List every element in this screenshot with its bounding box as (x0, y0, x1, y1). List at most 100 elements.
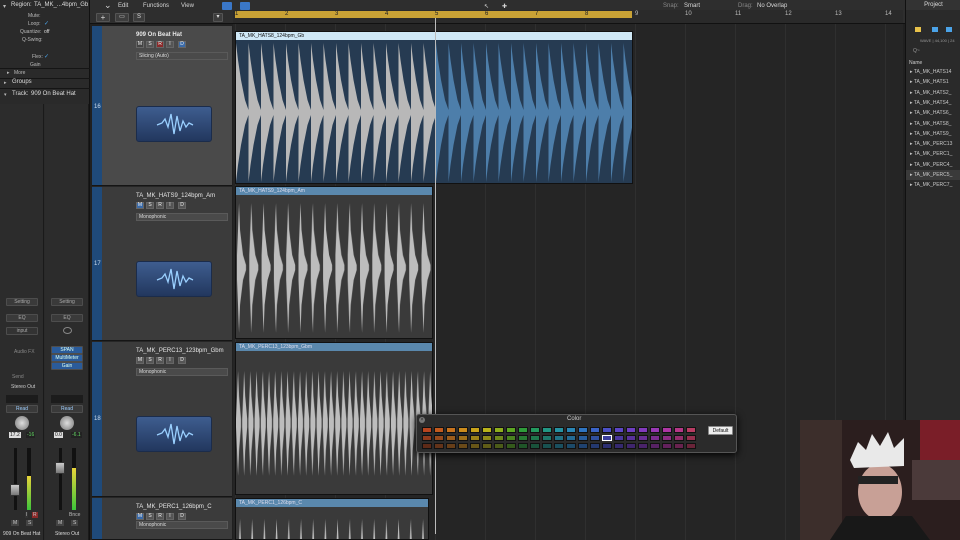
color-swatch[interactable] (626, 427, 636, 433)
close-icon[interactable]: × (419, 417, 425, 423)
color-swatch[interactable] (554, 427, 564, 433)
collapse-icon[interactable]: ▾ (213, 13, 223, 22)
flex-mode-dropdown[interactable]: Monophonic (136, 368, 228, 376)
track-name[interactable]: TA_MK_PERC13_123bpm_Gbm (136, 348, 224, 354)
color-swatch[interactable] (554, 435, 564, 441)
solo-button[interactable]: S (146, 202, 154, 209)
cycle-region[interactable] (235, 11, 632, 18)
project-file-item[interactable]: ▸ TA_MK_HATS9_ (906, 129, 960, 139)
color-swatch[interactable] (494, 427, 504, 433)
color-swatch[interactable] (422, 443, 432, 449)
add-track-button[interactable]: + (96, 13, 110, 22)
color-swatch[interactable] (662, 427, 672, 433)
color-swatch[interactable] (686, 435, 696, 441)
color-swatch[interactable] (542, 435, 552, 441)
color-swatch[interactable] (578, 435, 588, 441)
color-swatch[interactable] (686, 443, 696, 449)
color-swatch[interactable] (614, 443, 624, 449)
color-swatch[interactable] (458, 443, 468, 449)
color-swatch[interactable] (650, 443, 660, 449)
project-file-item[interactable]: ▸ TA_MK_PERC1_ (906, 149, 960, 159)
record-button[interactable]: R (156, 513, 164, 520)
flex-checkbox[interactable]: ✓ (44, 53, 49, 60)
snap-dropdown[interactable]: Smart (684, 3, 700, 9)
group-slot[interactable] (51, 395, 83, 403)
track-name[interactable]: 909 On Beat Hat (31, 91, 76, 97)
audio-region[interactable]: TA_MK_PERC13_123bpm_Gbm (235, 342, 433, 495)
record-button[interactable]: R (156, 41, 164, 48)
color-swatch[interactable] (506, 443, 516, 449)
link-icon[interactable] (63, 327, 72, 334)
disclosure-arrow-icon[interactable]: ▾ (3, 3, 6, 10)
color-swatch[interactable] (578, 443, 588, 449)
color-swatch[interactable] (662, 435, 672, 441)
plugin-slot-gain[interactable]: Gain (51, 362, 83, 370)
color-swatch[interactable] (590, 427, 600, 433)
project-tab[interactable]: Project (906, 0, 960, 10)
default-color-button[interactable]: Default (708, 426, 733, 435)
automation-read-button[interactable]: Read (51, 405, 83, 413)
project-file-item[interactable]: ▸ TA_MK_HATS14 (906, 67, 960, 77)
pan-knob[interactable] (60, 416, 74, 430)
color-swatch[interactable] (602, 435, 612, 441)
duplicate-track-icon[interactable]: ▭ (115, 13, 129, 22)
send-label[interactable]: Send (12, 374, 24, 380)
solo-toggle-button[interactable]: S (133, 13, 145, 22)
color-swatch[interactable] (446, 435, 456, 441)
functions-menu[interactable]: Functions (143, 3, 169, 9)
color-swatch[interactable] (542, 427, 552, 433)
color-swatch[interactable] (518, 443, 528, 449)
project-file-item[interactable]: ▸ TA_MK_HATS1 (906, 77, 960, 87)
drag-dropdown[interactable]: No Overlap (757, 3, 787, 9)
color-swatch[interactable] (530, 427, 540, 433)
color-swatch[interactable] (638, 443, 648, 449)
folder-icon[interactable] (915, 27, 921, 32)
color-swatch[interactable] (482, 443, 492, 449)
mute-button[interactable]: M (136, 357, 144, 364)
color-swatch[interactable] (638, 435, 648, 441)
folder-icon[interactable] (946, 27, 952, 32)
catch-playhead-icon[interactable] (222, 2, 232, 10)
audio-region-selected[interactable]: TA_MK_HATS8_124bpm_Gb (235, 31, 633, 184)
quickswipe-button[interactable]: D (178, 357, 186, 364)
region-name[interactable]: TA_MK_...4bpm_Gb (34, 2, 88, 8)
audio-region[interactable]: TA_MK_HATS9_124bpm_Am (235, 186, 433, 339)
input-button[interactable]: I (166, 513, 174, 520)
color-swatch[interactable] (566, 427, 576, 433)
mute-button[interactable]: M (56, 520, 65, 526)
color-swatch[interactable] (506, 435, 516, 441)
mute-button[interactable]: M (136, 513, 144, 520)
track-name[interactable]: TA_MK_HATS9_124bpm_Am (136, 193, 215, 199)
quickswipe-button[interactable]: D (178, 513, 186, 520)
color-swatch[interactable] (530, 435, 540, 441)
color-swatch[interactable] (674, 435, 684, 441)
track-header[interactable]: 16 909 On Beat Hat M S R I D Slicing (Au… (92, 26, 232, 186)
project-file-item[interactable]: ▸ TA_MK_HATS6_ (906, 108, 960, 118)
solo-button[interactable]: S (146, 513, 154, 520)
solo-button[interactable]: S (71, 520, 79, 526)
color-swatch[interactable] (542, 443, 552, 449)
plugin-slot-multimeter[interactable]: MultiMeter (51, 354, 83, 362)
folder-icon[interactable] (932, 27, 938, 32)
track-header[interactable]: 17 TA_MK_HATS9_124bpm_Am M S R I D Monop… (92, 187, 232, 341)
group-slot[interactable] (6, 395, 38, 403)
color-swatch[interactable] (482, 427, 492, 433)
quantize-value[interactable]: off (44, 29, 49, 35)
color-swatch[interactable] (674, 443, 684, 449)
automation-read-button[interactable]: Read (6, 405, 38, 413)
quickswipe-button[interactable]: D (178, 202, 186, 209)
quickswipe-button[interactable]: D (178, 41, 186, 48)
solo-button[interactable]: S (146, 41, 154, 48)
bar-ruler[interactable]: 1 2 3 4 5 6 7 8 9 10 11 12 13 14 (233, 10, 903, 24)
color-swatch[interactable] (602, 427, 612, 433)
search-input[interactable]: Q~ (913, 48, 920, 54)
setting-button[interactable]: Setting (51, 298, 83, 306)
color-swatch[interactable] (650, 435, 660, 441)
track-name[interactable]: 909 On Beat Hat (136, 32, 182, 38)
plugin-slot-span[interactable]: SPAN (51, 346, 83, 354)
pencil-tool-icon[interactable]: ✚ (502, 3, 507, 10)
solo-button[interactable]: S (146, 357, 154, 364)
pan-knob[interactable] (15, 416, 29, 430)
flex-mode-dropdown[interactable]: Slicing (Auto) (136, 52, 228, 60)
disclosure-arrow-icon[interactable]: ▸ (7, 70, 10, 76)
